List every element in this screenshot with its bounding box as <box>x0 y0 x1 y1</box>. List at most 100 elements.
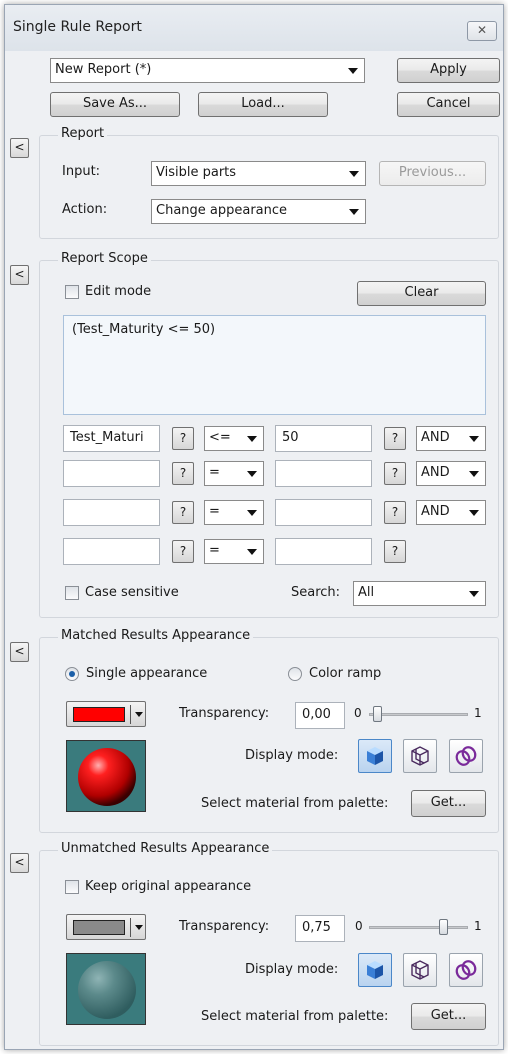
matched-color-picker[interactable] <box>66 701 146 727</box>
unmatched-slider-thumb[interactable] <box>439 919 448 935</box>
report-scope-group-label: Report Scope <box>58 251 151 266</box>
logic-select[interactable]: AND <box>416 500 486 525</box>
field-input[interactable] <box>63 499 160 526</box>
slider-min-label: 0 <box>355 919 363 933</box>
slider-max-label: 1 <box>474 919 482 933</box>
collapse-arrow-icon: < <box>14 644 25 658</box>
chevron-down-icon <box>349 171 359 177</box>
load-button[interactable]: Load... <box>198 92 328 117</box>
solid-mode-button[interactable] <box>358 953 392 987</box>
wireframe-mode-button[interactable] <box>403 953 437 987</box>
expression-box[interactable]: (Test_Maturity <= 50) <box>63 315 486 415</box>
solid-shaded-cube-icon <box>367 961 383 979</box>
field-input[interactable] <box>63 460 160 487</box>
collapse-arrow-icon: < <box>14 140 25 154</box>
action-select-value: Change appearance <box>156 203 288 218</box>
wireframe-mode-button[interactable] <box>403 739 437 773</box>
case-sensitive-checkbox[interactable] <box>65 586 79 600</box>
case-sensitive-label: Case sensitive <box>85 585 179 600</box>
field-help-button[interactable]: ? <box>172 427 194 450</box>
value-input[interactable] <box>275 460 372 487</box>
red-sphere-icon <box>78 748 136 806</box>
apply-button[interactable]: Apply <box>397 58 500 83</box>
save-as-button[interactable]: Save As... <box>50 92 180 117</box>
single-rule-report-window: Single Rule Report ✕ New Report (*) Appl… <box>4 4 504 1050</box>
unmatched-transparency-label: Transparency: <box>179 919 270 934</box>
unmatched-slider-track[interactable] <box>369 926 468 929</box>
matched-get-button[interactable]: Get... <box>411 790 486 817</box>
chevron-down-icon <box>469 510 479 516</box>
color-swatch <box>73 920 125 935</box>
chevron-down-icon <box>469 591 479 597</box>
previous-button[interactable]: Previous... <box>379 161 486 186</box>
chevron-down-icon <box>247 510 257 516</box>
value-input[interactable]: 50 <box>275 425 372 452</box>
chevron-down-icon <box>247 436 257 442</box>
report-select[interactable]: New Report (*) <box>50 58 365 83</box>
chevron-down-icon <box>135 712 143 717</box>
unmatched-display-mode-label: Display mode: <box>245 962 339 977</box>
logic-value: AND <box>421 504 450 519</box>
report-collapse-button[interactable]: < <box>10 138 29 158</box>
clear-button[interactable]: Clear <box>357 281 486 306</box>
close-icon: ✕ <box>476 23 488 37</box>
value-help-button[interactable]: ? <box>384 462 406 485</box>
operator-select[interactable]: = <box>204 500 264 525</box>
title-bar: Single Rule Report ✕ <box>5 5 503 51</box>
cancel-button[interactable]: Cancel <box>397 92 500 117</box>
search-select[interactable]: All <box>353 581 486 606</box>
value-input[interactable] <box>275 538 372 565</box>
scope-collapse-button[interactable]: < <box>10 265 29 285</box>
solid-mode-button[interactable] <box>358 739 392 773</box>
color-ramp-radio[interactable] <box>288 667 302 681</box>
unmatched-get-button[interactable]: Get... <box>411 1003 486 1030</box>
wireframe-cube-icon <box>411 960 429 980</box>
edit-mode-label: Edit mode <box>85 284 152 299</box>
value-help-button[interactable]: ? <box>384 540 406 563</box>
value-input[interactable] <box>275 499 372 526</box>
report-group-label: Report <box>58 126 108 141</box>
color-ramp-label: Color ramp <box>309 666 382 681</box>
chevron-down-icon <box>469 471 479 477</box>
field-input[interactable] <box>63 538 160 565</box>
field-help-button[interactable]: ? <box>172 462 194 485</box>
action-label: Action: <box>62 202 108 217</box>
chevron-down-icon <box>135 925 143 930</box>
logic-select[interactable]: AND <box>416 426 486 451</box>
value-help-button[interactable]: ? <box>384 501 406 524</box>
divider <box>130 918 131 937</box>
rings-mode-button[interactable] <box>449 953 483 987</box>
matched-slider-track[interactable] <box>369 713 468 716</box>
linked-rings-icon <box>455 960 477 980</box>
operator-select[interactable]: = <box>204 461 264 486</box>
chevron-down-icon <box>247 471 257 477</box>
matched-slider-thumb[interactable] <box>373 706 382 722</box>
collapse-arrow-icon: < <box>14 855 25 869</box>
unmatched-collapse-button[interactable]: < <box>10 853 29 873</box>
close-button[interactable]: ✕ <box>467 21 497 41</box>
unmatched-color-picker[interactable] <box>66 914 146 940</box>
matched-palette-label: Select material from palette: <box>201 796 389 811</box>
operator-select[interactable]: = <box>204 539 264 564</box>
edit-mode-checkbox[interactable] <box>65 285 79 299</box>
keep-original-checkbox[interactable] <box>65 880 79 894</box>
input-select[interactable]: Visible parts <box>151 161 366 186</box>
field-input[interactable]: Test_Maturi <box>63 425 160 452</box>
matched-transparency-input[interactable]: 0,00 <box>295 702 345 729</box>
unmatched-transparency-input[interactable]: 0,75 <box>295 915 345 942</box>
single-appearance-radio[interactable] <box>65 667 79 681</box>
value-help-button[interactable]: ? <box>384 427 406 450</box>
action-select[interactable]: Change appearance <box>151 199 366 224</box>
field-help-button[interactable]: ? <box>172 540 194 563</box>
slider-max-label: 1 <box>474 706 482 720</box>
logic-select[interactable]: AND <box>416 461 486 486</box>
unmatched-material-preview <box>66 953 146 1025</box>
matched-collapse-button[interactable]: < <box>10 642 29 662</box>
unmatched-palette-label: Select material from palette: <box>201 1009 389 1024</box>
field-help-button[interactable]: ? <box>172 501 194 524</box>
rings-mode-button[interactable] <box>449 739 483 773</box>
operator-value: = <box>209 543 220 558</box>
chevron-down-icon <box>349 209 359 215</box>
divider <box>130 705 131 724</box>
operator-select[interactable]: <= <box>204 426 264 451</box>
